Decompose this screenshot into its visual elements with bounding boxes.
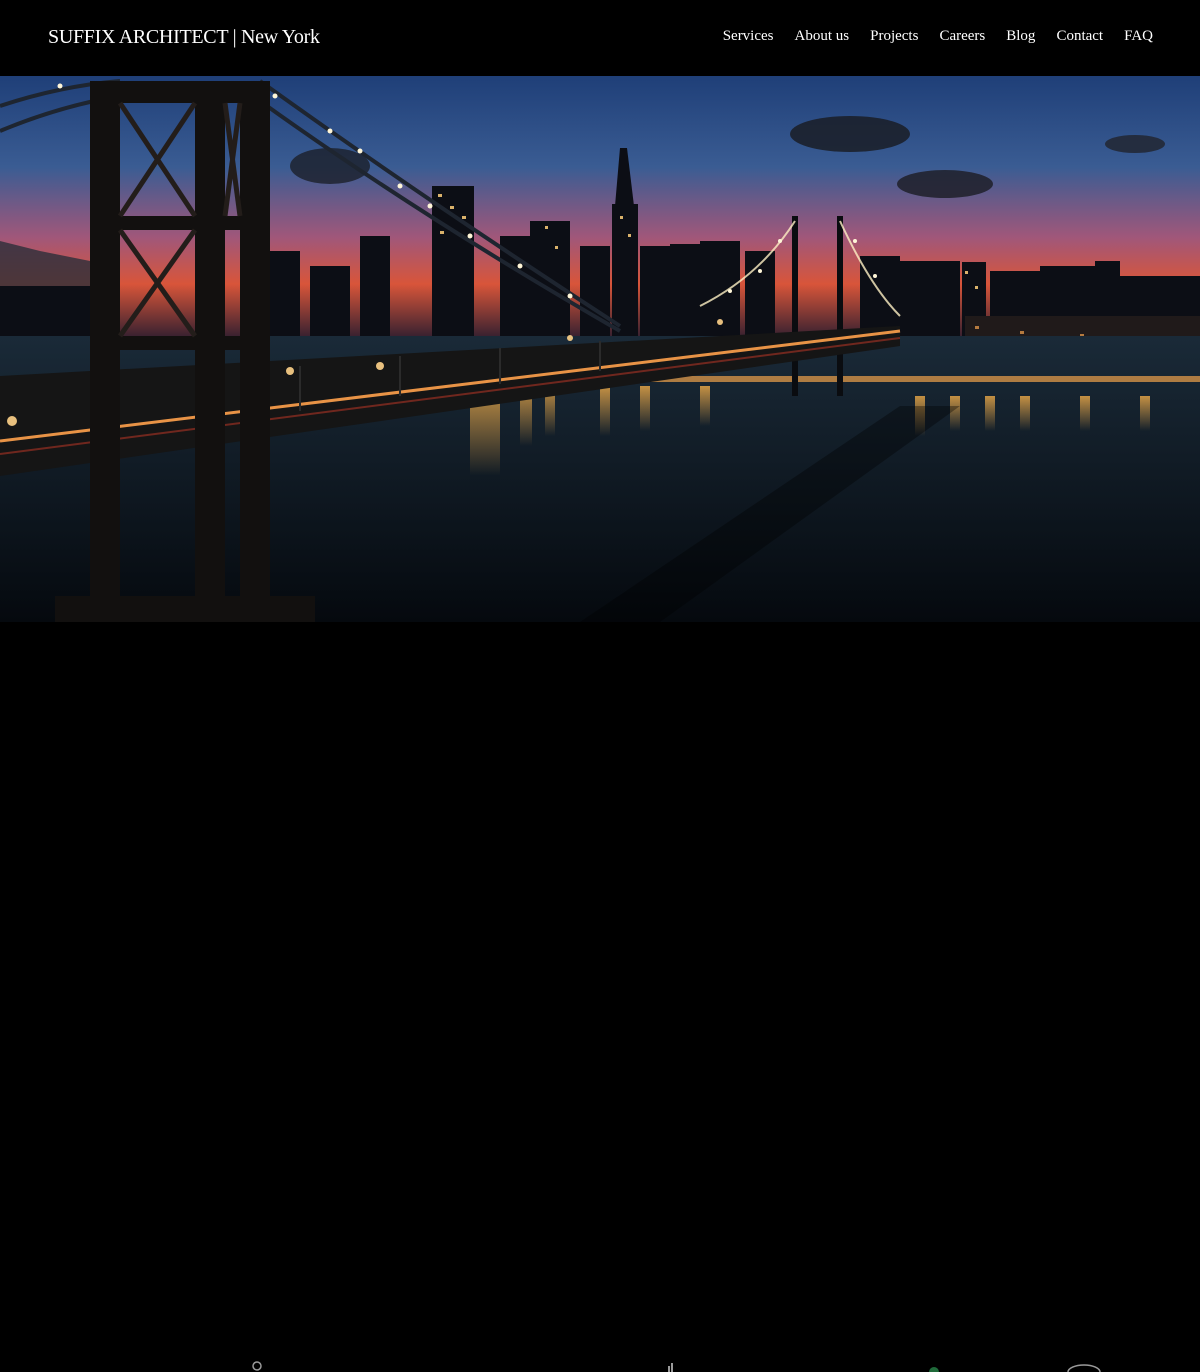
nav-item-careers[interactable]: Careers xyxy=(939,28,985,45)
night-bridge-skyline-illustration xyxy=(0,76,1200,622)
site-header: SUFFIX ARCHITECT | New York Services Abo… xyxy=(0,0,1200,76)
nav-item-about-us[interactable]: About us xyxy=(795,28,850,45)
nav-item-services[interactable]: Services xyxy=(723,28,774,45)
hero-image xyxy=(0,76,1200,622)
partners-strip xyxy=(0,622,1200,1372)
nav-item-contact[interactable]: Contact xyxy=(1056,28,1103,45)
partner-logo-3-icon xyxy=(929,1367,939,1372)
partner-logo-2-icon xyxy=(668,1363,673,1372)
partner-logo-1-icon xyxy=(252,1361,262,1371)
nav-item-blog[interactable]: Blog xyxy=(1006,28,1035,45)
nav-item-faq[interactable]: FAQ xyxy=(1124,28,1153,45)
nav-item-projects[interactable]: Projects xyxy=(870,28,918,45)
partner-logo-4-icon xyxy=(1067,1364,1101,1372)
main-nav: Services About us Projects Careers Blog … xyxy=(723,28,1153,45)
brand-logo-link[interactable]: SUFFIX ARCHITECT | New York xyxy=(48,26,320,49)
